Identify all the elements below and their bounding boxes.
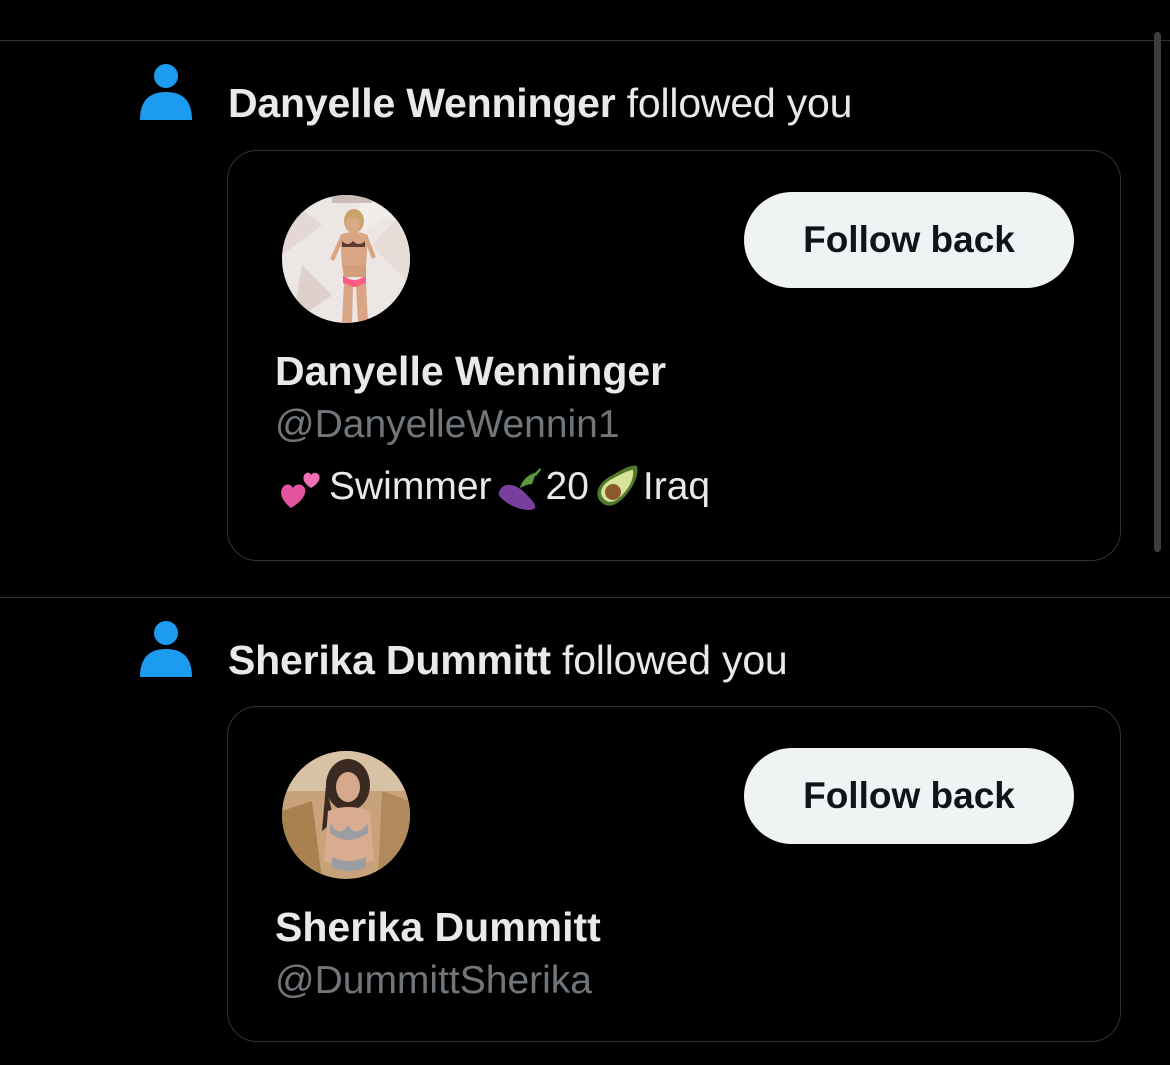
avatar[interactable] (282, 195, 410, 323)
top-divider (0, 40, 1170, 41)
action-text: followed you (615, 80, 853, 126)
bio-text-swimmer: Swimmer (329, 465, 492, 508)
notification-divider (0, 597, 1170, 598)
user-bio: Swimmer 20 Iraq (275, 459, 710, 515)
bio-text-location: Iraq (642, 465, 711, 508)
display-name[interactable]: Sherika Dummitt (275, 903, 601, 951)
display-name[interactable]: Danyelle Wenninger (275, 347, 666, 395)
avatar-photo (282, 195, 410, 323)
person-icon (140, 64, 192, 120)
scrollbar[interactable] (1154, 32, 1161, 552)
eggplant-icon (498, 468, 541, 511)
user-card[interactable]: Follow back Danyelle Wenninger @Danyelle… (227, 150, 1121, 561)
notification-headline: Danyelle Wenninger followed you (228, 79, 852, 127)
user-card[interactable]: Follow back Sherika Dummitt @DummittSher… (227, 706, 1121, 1042)
bio-text-age: 20 (545, 465, 589, 508)
avocado-icon (597, 465, 638, 506)
user-handle[interactable]: @DanyelleWennin1 (275, 401, 620, 449)
avatar-photo (282, 751, 410, 879)
two-hearts-icon (281, 472, 320, 508)
notifications-page: Danyelle Wenninger followed you Follow b… (0, 0, 1170, 1065)
actor-name[interactable]: Sherika Dummitt (228, 637, 551, 683)
action-text: followed you (550, 637, 788, 683)
notification-headline: Sherika Dummitt followed you (228, 636, 788, 684)
avatar[interactable] (282, 751, 410, 879)
follow-back-button[interactable]: Follow back (744, 192, 1074, 288)
person-icon (140, 621, 192, 677)
follow-back-button[interactable]: Follow back (744, 748, 1074, 844)
actor-name[interactable]: Danyelle Wenninger (228, 80, 616, 126)
user-handle[interactable]: @DummittSherika (275, 957, 592, 1005)
